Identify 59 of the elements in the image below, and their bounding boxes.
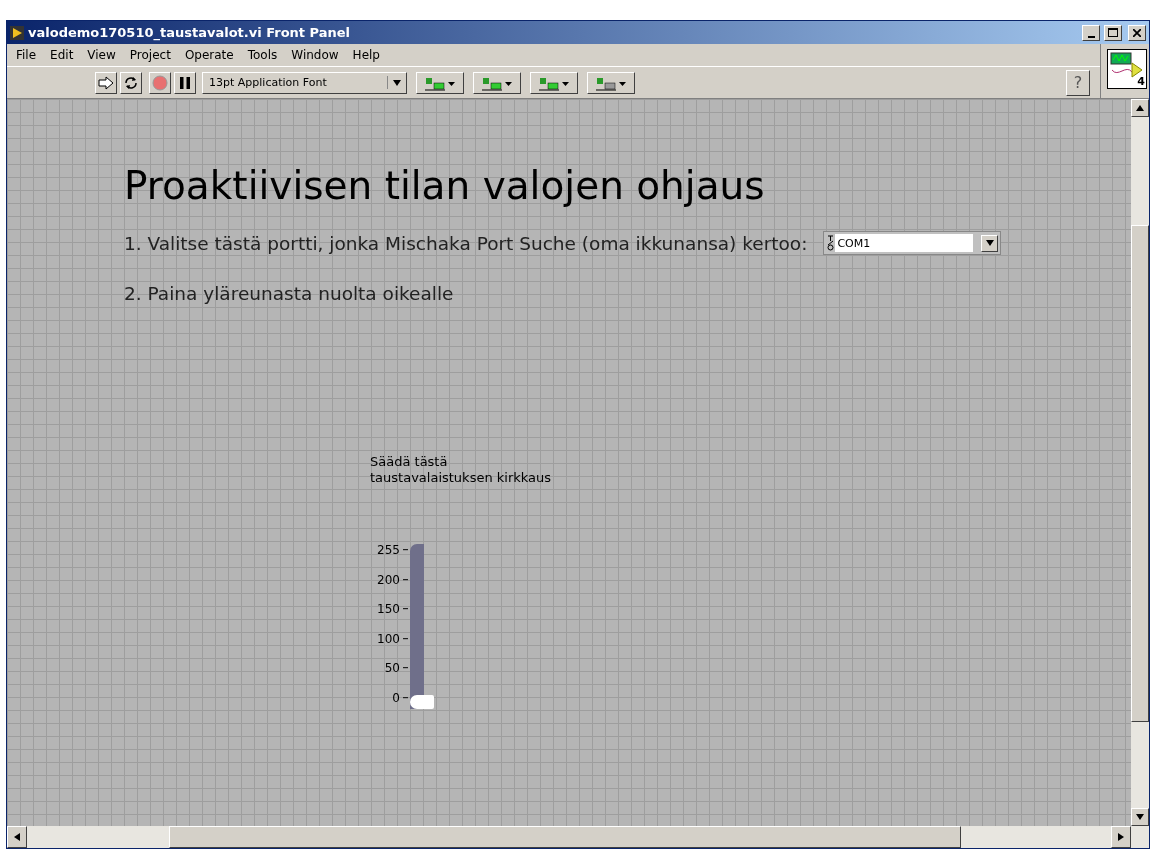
io-icon: [826, 235, 836, 251]
minimize-icon: [1087, 35, 1095, 38]
instruction-text: 2. Paina yläreunasta nuolta oikealle: [124, 283, 454, 304]
menu-item[interactable]: Operate: [177, 48, 241, 62]
distribute-objects-button[interactable]: [473, 71, 521, 94]
caret-icon: [985, 240, 994, 246]
app-icon: [10, 25, 24, 40]
tick-mark: [402, 667, 408, 670]
scale-label: 50: [384, 662, 400, 675]
run-continuously-button[interactable]: [120, 71, 142, 94]
close-button[interactable]: [1128, 24, 1146, 41]
caret-icon: [1136, 105, 1144, 111]
tick-mark: [402, 578, 408, 581]
maximize-button[interactable]: [1104, 24, 1122, 41]
menu-item[interactable]: File: [9, 48, 44, 62]
scale-label: 100: [377, 632, 400, 645]
help-button[interactable]: ?: [1066, 69, 1090, 96]
abort-button[interactable]: [149, 71, 171, 94]
panel-heading: Proaktiivisen tilan valojen ohjaus: [124, 163, 765, 209]
menu-item[interactable]: Project: [122, 48, 178, 62]
align-objects-button[interactable]: [416, 71, 464, 94]
scale-label: 255: [377, 544, 400, 556]
instruction-text: 1. Valitse tästä portti, jonka Mischaka Port Suche (oma ikkunansa) kertoo:: [124, 232, 808, 254]
maximize-icon: [1108, 28, 1118, 37]
menu-item[interactable]: Window: [284, 48, 346, 62]
caret-icon: [1136, 814, 1144, 820]
pause-button[interactable]: [174, 71, 196, 94]
font-dropdown[interactable]: 13pt Application Font: [202, 71, 407, 94]
slider-track[interactable]: [409, 544, 436, 709]
reorder-button[interactable]: [587, 71, 635, 94]
slider-thumb[interactable]: [409, 695, 434, 709]
pause-icon: [180, 76, 190, 89]
run-button[interactable]: [95, 71, 117, 94]
scale-label: 0: [392, 691, 400, 704]
scale-label: 200: [377, 573, 400, 586]
stop-icon: [152, 74, 168, 91]
caret-icon: [1118, 833, 1124, 841]
menu-item[interactable]: Help: [345, 48, 387, 62]
port-dropdown[interactable]: COM1: [823, 231, 1002, 255]
resize-objects-button[interactable]: [530, 71, 578, 94]
caret-icon: [393, 80, 401, 86]
caret-icon: [14, 833, 20, 841]
tick-mark: [402, 608, 408, 611]
window-title: valodemo170510_taustavalot.vi Front Panel: [28, 25, 352, 40]
tick-mark: [402, 549, 408, 551]
tick-mark: [402, 637, 408, 640]
scale-label: 150: [377, 603, 400, 616]
horizontal-scrollbar[interactable]: [7, 826, 1149, 848]
menu-item[interactable]: Edit: [43, 48, 81, 62]
arrow-icon: [98, 75, 114, 90]
minimize-button[interactable]: [1082, 24, 1100, 41]
slider-label: Säädä tästä taustavalaistuksen kirkkaus: [370, 454, 552, 486]
vertical-scrollbar[interactable]: [1131, 99, 1149, 826]
connector-count: 4: [1137, 75, 1145, 88]
tick-mark: [402, 696, 408, 699]
close-icon: [1133, 28, 1141, 37]
menu-item[interactable]: View: [80, 48, 123, 62]
menu-item[interactable]: Tools: [240, 48, 285, 62]
cycle-arrows-icon: [123, 74, 139, 91]
